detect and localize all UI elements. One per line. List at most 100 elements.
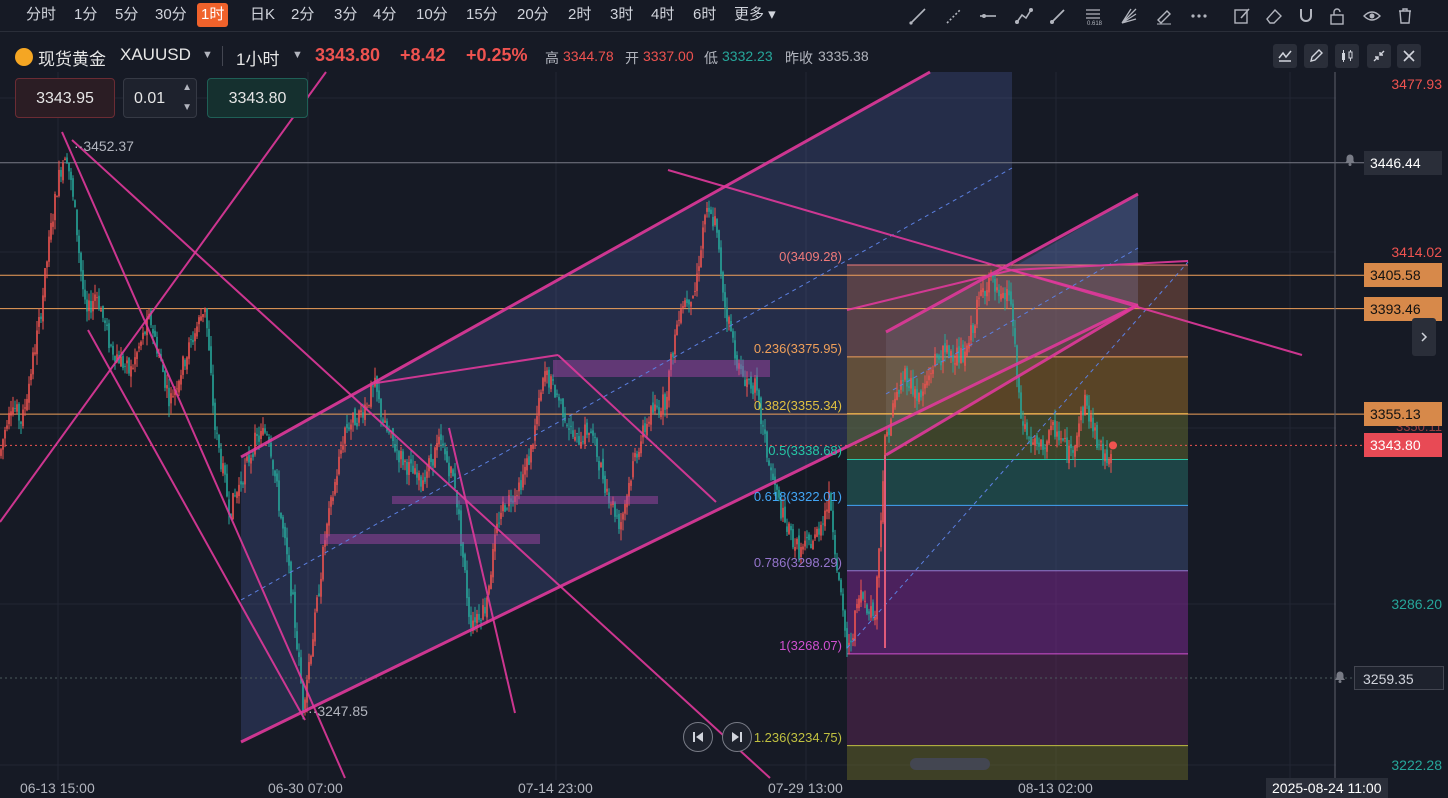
- candle-body: [894, 398, 896, 408]
- price-chart[interactable]: ··3452.37 ··3247.85: [0, 0, 1448, 798]
- horizontal-line-tool[interactable]: [976, 4, 1000, 28]
- timeframe-8[interactable]: 4分: [369, 3, 400, 27]
- candle-body: [1036, 435, 1038, 445]
- symbol-code[interactable]: XAUUSD: [120, 45, 191, 65]
- timeframe-5[interactable]: 日K: [246, 3, 279, 27]
- polyline-tool[interactable]: [1012, 4, 1036, 28]
- crosshair-time-label: 2025-08-24 11:00: [1266, 778, 1388, 798]
- candle-body: [616, 515, 618, 517]
- eraser-tool[interactable]: [1262, 4, 1286, 28]
- timeframe-9[interactable]: 10分: [412, 3, 452, 27]
- candle-body: [1074, 445, 1076, 457]
- candle-body: [1098, 444, 1100, 446]
- timeframe-12[interactable]: 2时: [564, 3, 595, 27]
- collapse-icon: [1373, 50, 1385, 62]
- candle-body: [896, 392, 898, 400]
- timeframe-15[interactable]: 6时: [689, 3, 720, 27]
- timeframe-0[interactable]: 分时: [22, 3, 60, 27]
- candle-body: [530, 445, 532, 463]
- magnet-tool[interactable]: [1294, 4, 1318, 28]
- candle-body: [534, 425, 536, 441]
- timeframe-11[interactable]: 20分: [513, 3, 553, 27]
- scroll-to-start-button[interactable]: [683, 722, 713, 752]
- eye-tool[interactable]: [1360, 4, 1384, 28]
- candle-body: [576, 433, 578, 435]
- highlighter-tool[interactable]: [1152, 4, 1176, 28]
- candle-body: [420, 476, 422, 487]
- chart-type-button[interactable]: [1335, 44, 1359, 68]
- candle-body: [382, 419, 384, 423]
- candle-body: [1014, 328, 1016, 344]
- timeframe-13[interactable]: 3时: [606, 3, 637, 27]
- fib-fan-tool[interactable]: [1117, 4, 1141, 28]
- quantity-down-icon[interactable]: ▼: [182, 101, 192, 115]
- candle-body: [710, 209, 712, 215]
- candle-body: [790, 526, 792, 531]
- timeframe-6[interactable]: 2分: [287, 3, 318, 27]
- quantity-up-icon[interactable]: ▲: [182, 81, 192, 95]
- lock-icon: [1330, 8, 1344, 25]
- candle-body: [134, 357, 136, 365]
- lock-tool[interactable]: [1325, 4, 1349, 28]
- candle-body: [152, 328, 154, 334]
- buy-price-button[interactable]: 3343.80: [207, 78, 308, 118]
- candle-body: [130, 366, 132, 377]
- candle-body: [1010, 291, 1012, 305]
- bell-alert-icon[interactable]: [1332, 668, 1348, 684]
- timeframe-16[interactable]: 更多 ▾: [730, 3, 780, 27]
- timeframe-7[interactable]: 3分: [330, 3, 361, 27]
- interval-dropdown-icon[interactable]: ▼: [292, 49, 303, 61]
- symbol-name[interactable]: 现货黄金: [38, 45, 106, 70]
- timeframe-10[interactable]: 15分: [462, 3, 502, 27]
- low-value: 3332.23: [722, 48, 773, 64]
- candle-body: [184, 359, 186, 367]
- candle-body: [244, 464, 246, 485]
- candle-body: [916, 389, 918, 401]
- fib-band: [847, 653, 1188, 746]
- draw-button[interactable]: [1304, 44, 1328, 68]
- candle-body: [1068, 445, 1070, 464]
- candle-body: [574, 436, 576, 441]
- trend-line-tool[interactable]: [906, 4, 930, 28]
- timeframe-4[interactable]: 1时: [197, 3, 229, 27]
- sell-price-button[interactable]: 3343.95: [15, 78, 115, 118]
- candle-body: [178, 380, 180, 393]
- expand-panel-button[interactable]: [1412, 318, 1436, 356]
- candle-body: [1106, 449, 1108, 464]
- close-button[interactable]: [1397, 44, 1421, 68]
- candle-body: [872, 602, 874, 617]
- bell-alert-icon[interactable]: [1342, 151, 1358, 167]
- horizontal-line-icon: [980, 14, 996, 18]
- collapse-button[interactable]: [1367, 44, 1391, 68]
- indicator-button[interactable]: [1273, 44, 1297, 68]
- candle-body: [86, 299, 88, 312]
- candle-body: [56, 196, 58, 198]
- candle-body: [142, 332, 144, 339]
- timeframe-14[interactable]: 4时: [647, 3, 678, 27]
- candle-body: [316, 597, 318, 612]
- brush-tool[interactable]: [1046, 4, 1070, 28]
- candle-body: [548, 369, 550, 388]
- candle-body: [866, 604, 868, 614]
- scroll-to-end-button[interactable]: [722, 722, 752, 752]
- edit-tool[interactable]: [1230, 4, 1254, 28]
- fib-band: [847, 570, 1188, 654]
- symbol-dropdown-icon[interactable]: ▼: [202, 49, 213, 61]
- fib-retracement-tool[interactable]: 0.618: [1081, 4, 1105, 28]
- price-tick: 3414.02: [1391, 244, 1442, 260]
- candle-body: [344, 427, 346, 444]
- ray-line-tool[interactable]: [942, 4, 966, 28]
- interval-selector[interactable]: 1小时: [236, 45, 279, 70]
- timeframe-3[interactable]: 30分: [151, 3, 191, 27]
- timeframe-1[interactable]: 1分: [70, 3, 101, 27]
- quantity-input[interactable]: 0.01 ▲ ▼: [123, 78, 197, 118]
- candle-body: [70, 171, 72, 180]
- trash-tool[interactable]: [1393, 4, 1417, 28]
- horizontal-scrollbar[interactable]: [910, 758, 990, 770]
- candle-body: [360, 410, 362, 413]
- candle-body: [190, 339, 192, 341]
- candle-body: [400, 450, 402, 460]
- timeframe-2[interactable]: 5分: [111, 3, 142, 27]
- more-dots-tool[interactable]: [1187, 4, 1211, 28]
- candle-body: [982, 288, 984, 293]
